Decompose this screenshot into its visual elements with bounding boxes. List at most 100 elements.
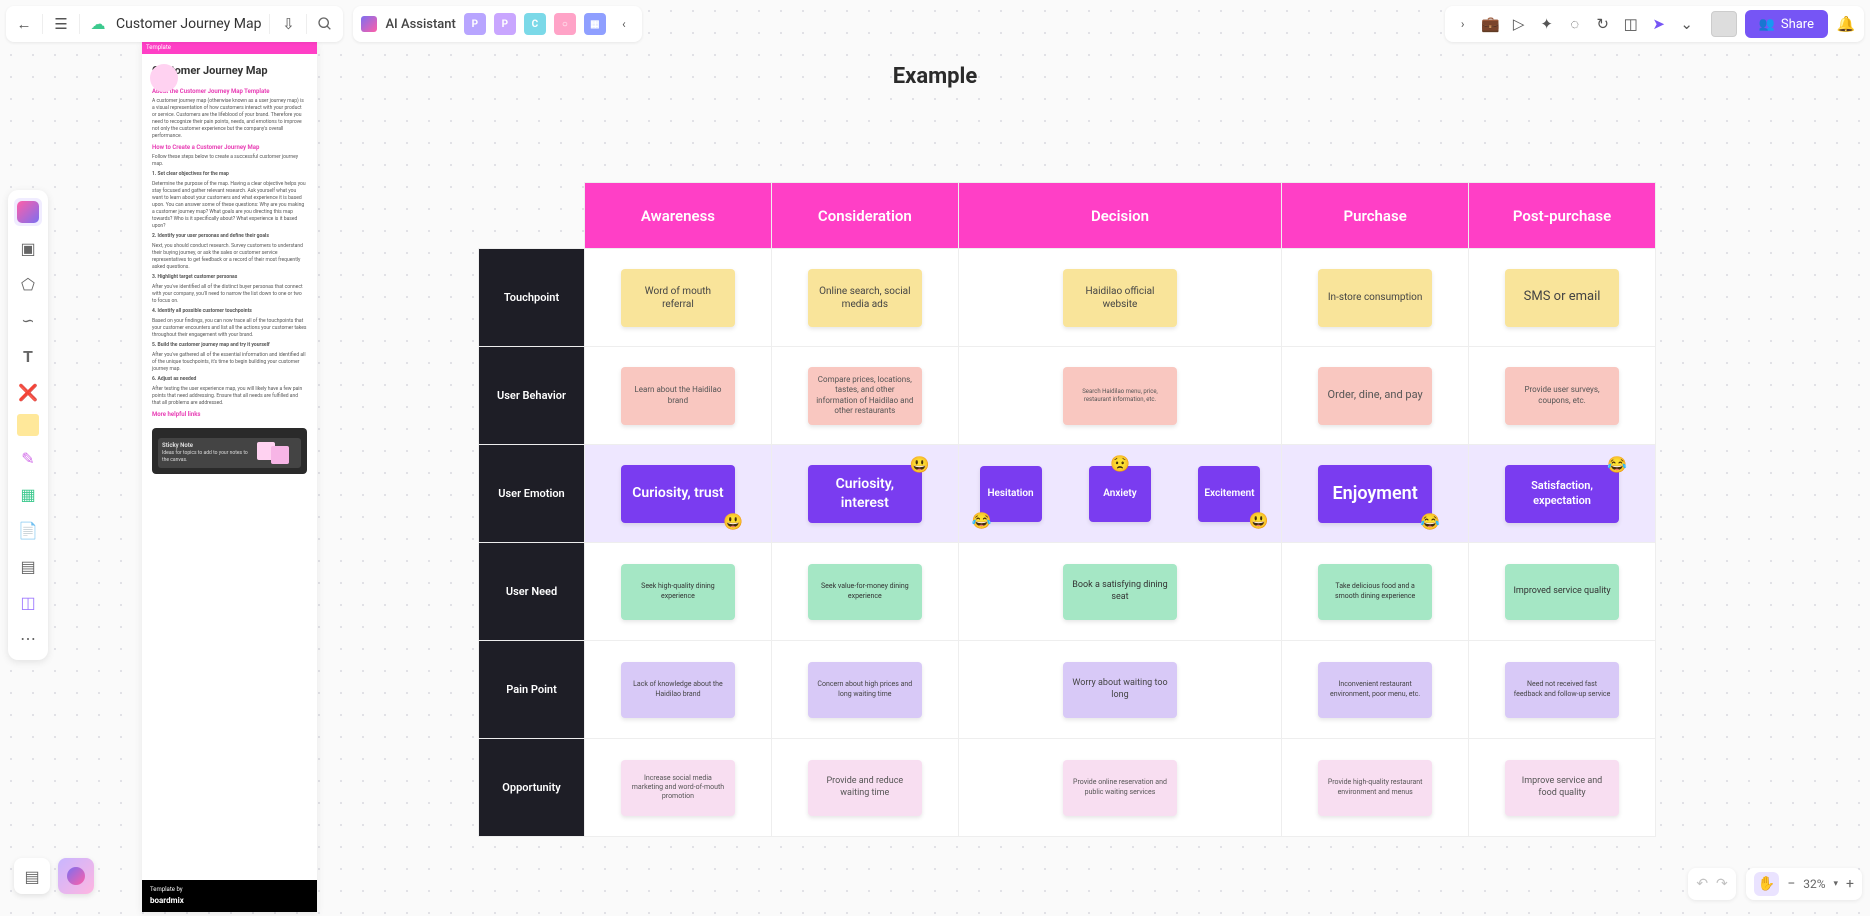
sticky-note[interactable]: Need not received fast feedback and foll… xyxy=(1505,662,1619,718)
section-heading: About the Customer Journey Map Template xyxy=(152,88,307,96)
redo-icon[interactable]: ↷ xyxy=(1716,876,1728,892)
share-button[interactable]: 👥Share xyxy=(1745,10,1828,38)
text-tool-icon[interactable]: T xyxy=(14,342,42,370)
sticky-note[interactable]: Provide high-quality restaurant environm… xyxy=(1318,760,1432,816)
menu-icon[interactable]: ☰ xyxy=(51,14,71,34)
decor-blob xyxy=(150,64,178,92)
stage-header: Post-purchase xyxy=(1469,183,1656,249)
zoom-level[interactable]: 32% xyxy=(1803,877,1825,891)
shape-tool-icon[interactable]: ⬠ xyxy=(14,270,42,298)
cursor-icon[interactable]: ➤ xyxy=(1649,14,1669,34)
sticky-note[interactable]: Online search, social media ads xyxy=(808,269,922,327)
collab-avatar[interactable]: P xyxy=(464,13,486,35)
sticky-note[interactable]: Provide and reduce waiting time xyxy=(808,760,922,816)
list-tool-icon[interactable]: ▤ xyxy=(14,552,42,580)
sticky-note[interactable]: Concern about high prices and long waiti… xyxy=(808,662,922,718)
smile-emoji-icon: 😃 xyxy=(1249,511,1269,532)
back-icon[interactable]: ← xyxy=(14,14,34,34)
sticky-note[interactable]: Seek value-for-money dining experience xyxy=(808,564,922,620)
zoom-in-icon[interactable]: + xyxy=(1846,876,1854,892)
zoom-dropdown-icon[interactable]: ▾ xyxy=(1834,879,1839,889)
sticky-note[interactable]: Order, dine, and pay xyxy=(1318,367,1432,425)
ai-logo-icon xyxy=(361,16,377,32)
sticky-note-tool-icon[interactable] xyxy=(17,414,39,436)
play-icon[interactable]: ▷ xyxy=(1509,14,1529,34)
line-tool-icon[interactable]: ❌ xyxy=(14,378,42,406)
sticky-note[interactable]: Hesitation😂 xyxy=(980,466,1042,522)
ai-float-button[interactable] xyxy=(58,858,94,894)
document-tool-icon[interactable]: 📄 xyxy=(14,516,42,544)
smile-emoji-icon: 😃 xyxy=(723,512,743,533)
sticky-note[interactable]: Haidilao official website xyxy=(1063,269,1177,327)
sticky-note[interactable]: Inconvenient restaurant environment, poo… xyxy=(1318,662,1432,718)
ai-assistant-button[interactable]: AI Assistant xyxy=(385,17,455,32)
sticky-note[interactable]: Excitement😃 xyxy=(1198,466,1260,522)
sticky-note[interactable]: Learn about the Haidilao brand xyxy=(621,367,735,425)
step-title: 4. Identify all possible customer touchp… xyxy=(152,308,307,315)
sticky-note[interactable]: Curiosity, interest😃 xyxy=(808,465,922,523)
row-label: User Behavior xyxy=(479,347,585,445)
feedback-button[interactable]: ▤ xyxy=(14,858,50,894)
collab-avatar[interactable]: ▦ xyxy=(584,13,606,35)
top-toolbar: ← ☰ ☁ Customer Journey Map ⇩ AI Assistan… xyxy=(6,6,1864,42)
step-text: After you've identified all of the disti… xyxy=(152,284,307,305)
sticky-note[interactable]: Seek high-quality dining experience xyxy=(621,564,735,620)
sticky-note[interactable]: Satisfaction, expectation😂 xyxy=(1505,465,1619,523)
template-tool-icon[interactable]: ◫ xyxy=(14,588,42,616)
sticky-note[interactable]: Provide user surveys, coupons, etc. xyxy=(1505,367,1619,425)
step-text: After testing the user experience map, y… xyxy=(152,386,307,407)
sticky-note[interactable]: Worry about waiting too long xyxy=(1063,662,1177,718)
table-tool-icon[interactable]: ▦ xyxy=(14,480,42,508)
sticky-note[interactable]: Lack of knowledge about the Haidilao bra… xyxy=(621,662,735,718)
sticky-note[interactable]: Search Haidilao menu, price, restaurant … xyxy=(1063,367,1177,425)
sticky-note[interactable]: SMS or email xyxy=(1505,269,1619,327)
sticky-note[interactable]: Improve service and food quality xyxy=(1505,760,1619,816)
sticky-note[interactable]: Enjoyment😂 xyxy=(1318,465,1432,523)
sticky-note[interactable]: Word of mouth referral xyxy=(621,269,735,327)
chevron-right-icon[interactable]: › xyxy=(1453,14,1473,34)
template-info-panel: Template Customer Journey Map About the … xyxy=(142,42,317,912)
sticky-note[interactable]: Compare prices, locations, tastes, and o… xyxy=(808,367,922,425)
row-label: Opportunity xyxy=(479,739,585,837)
history-icon[interactable]: ↻ xyxy=(1593,14,1613,34)
row-label: Pain Point xyxy=(479,641,585,739)
collab-avatar[interactable]: P xyxy=(494,13,516,35)
stage-header: Purchase xyxy=(1282,183,1469,249)
helpful-links-card[interactable]: Sticky Note Ideas for topics to add to y… xyxy=(152,428,307,474)
chevron-left-icon[interactable]: ‹ xyxy=(614,14,634,34)
frame-tool-icon[interactable]: ▣ xyxy=(14,234,42,262)
sticky-note[interactable]: Curiosity, trust😃 xyxy=(621,465,735,523)
connector-tool-icon[interactable]: ∽ xyxy=(14,306,42,334)
user-avatar[interactable] xyxy=(1711,11,1737,37)
search-icon[interactable] xyxy=(315,14,335,34)
customer-journey-table[interactable]: Awareness Consideration Decision Purchas… xyxy=(478,182,1656,837)
stage-header: Decision xyxy=(958,183,1281,249)
collab-avatar[interactable]: C xyxy=(524,13,546,35)
pen-tool-icon[interactable]: ✎ xyxy=(14,444,42,472)
more-icon[interactable]: ⌄ xyxy=(1677,14,1697,34)
sticky-note[interactable]: Improved service quality xyxy=(1505,564,1619,620)
sticky-note[interactable]: Increase social media marketing and word… xyxy=(621,760,735,816)
zoom-out-icon[interactable]: − xyxy=(1787,876,1795,892)
undo-icon[interactable]: ↶ xyxy=(1696,876,1708,892)
sticky-note[interactable]: Take delicious food and a smooth dining … xyxy=(1318,564,1432,620)
export-icon[interactable]: ⇩ xyxy=(278,14,298,34)
canvas-example-title: Example xyxy=(893,64,977,89)
chart-icon[interactable]: ◫ xyxy=(1621,14,1641,34)
step-title: 3. Highlight target customer personas xyxy=(152,274,307,281)
sticky-note[interactable]: Anxiety😟 xyxy=(1089,466,1151,522)
sticky-note[interactable]: Provide online reservation and public wa… xyxy=(1063,760,1177,816)
app-icon[interactable]: 💼 xyxy=(1481,14,1501,34)
comment-icon[interactable]: ◌ xyxy=(1565,14,1585,34)
brand-logo-icon[interactable] xyxy=(14,198,42,226)
document-title[interactable]: Customer Journey Map xyxy=(116,16,261,32)
sparkle-icon[interactable]: ✦ xyxy=(1537,14,1557,34)
bell-icon[interactable]: 🔔 xyxy=(1836,14,1856,34)
laugh-emoji-icon: 😂 xyxy=(972,511,992,532)
hand-tool-icon[interactable]: ✋ xyxy=(1754,872,1779,896)
more-tools-icon[interactable]: ⋯ xyxy=(14,624,42,652)
sticky-note[interactable]: Book a satisfying dining seat xyxy=(1063,564,1177,620)
sticky-note[interactable]: In-store consumption xyxy=(1318,269,1432,327)
collab-avatar[interactable]: ○ xyxy=(554,13,576,35)
cloud-sync-icon[interactable]: ☁ xyxy=(88,14,108,34)
